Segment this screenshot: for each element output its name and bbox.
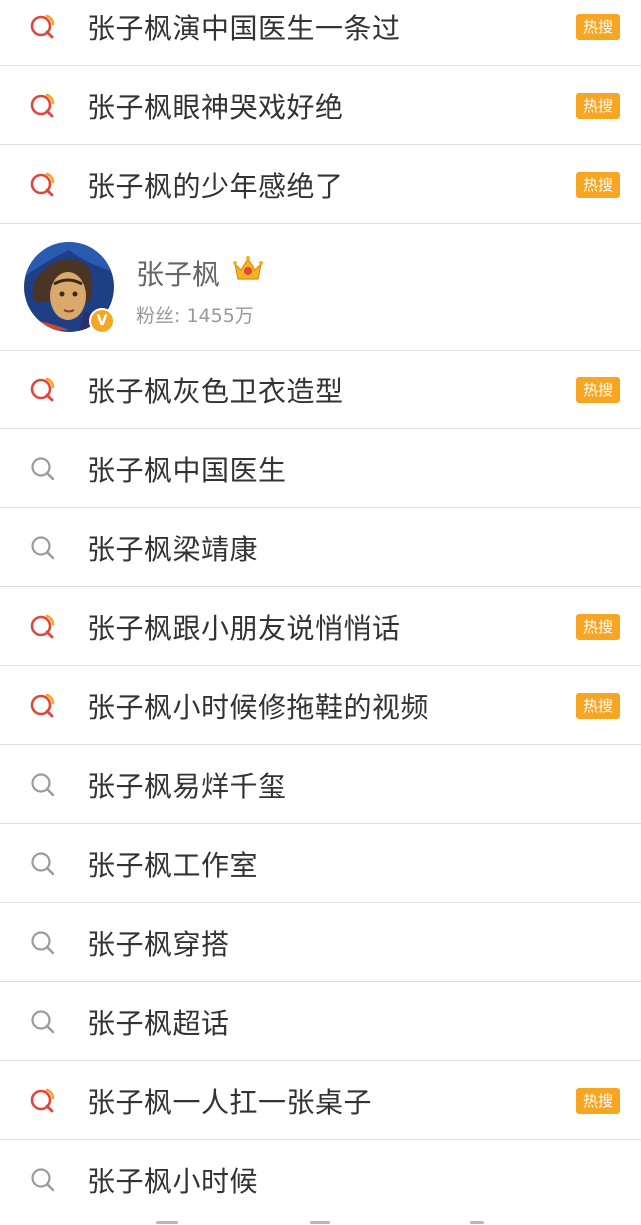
suggestion-text: 张子枫灰色卫衣造型 <box>87 374 344 408</box>
search-icon <box>28 1007 58 1037</box>
suggestion-item[interactable]: 张子枫工作室 <box>0 825 641 903</box>
suggestion-text: 张子枫超话 <box>87 1006 230 1040</box>
search-icon <box>28 1165 58 1195</box>
suggestion-item[interactable]: 张子枫穿搭 <box>0 904 641 982</box>
nav-home-button[interactable] <box>310 1221 330 1224</box>
hot-search-badge: 热搜 <box>576 92 620 119</box>
hot-search-icon <box>28 170 58 200</box>
hot-search-icon <box>28 612 58 642</box>
suggestion-item[interactable]: 张子枫的少年感绝了 热搜 <box>0 146 641 224</box>
suggestion-item[interactable]: 张子枫小时候 <box>0 1141 641 1219</box>
suggestion-text: 张子枫小时候修拖鞋的视频 <box>87 690 430 724</box>
hot-search-icon <box>28 1086 58 1116</box>
suggestion-text: 张子枫工作室 <box>87 848 259 882</box>
hot-search-badge: 热搜 <box>576 692 620 719</box>
suggestion-text: 张子枫穿搭 <box>87 927 230 961</box>
crown-icon <box>232 255 264 283</box>
suggestion-text: 张子枫中国医生 <box>87 453 287 487</box>
search-icon <box>28 849 58 879</box>
hot-search-badge: 热搜 <box>576 613 620 640</box>
hot-search-badge: 热搜 <box>576 376 620 403</box>
hot-search-icon <box>28 12 58 42</box>
suggestion-item[interactable]: 张子枫灰色卫衣造型 热搜 <box>0 351 641 429</box>
bottom-navigation-bar <box>0 1212 641 1225</box>
suggestion-text: 张子枫跟小朋友说悄悄话 <box>87 611 401 645</box>
suggestion-text: 张子枫一人扛一张桌子 <box>87 1085 373 1119</box>
suggestion-text: 张子枫易烊千玺 <box>87 769 287 803</box>
verified-badge: V <box>89 308 115 334</box>
suggestion-text: 张子枫演中国医生一条过 <box>87 11 401 45</box>
suggestion-text: 张子枫眼神哭戏好绝 <box>87 90 344 124</box>
hot-search-icon <box>28 91 58 121</box>
user-result-card[interactable]: V 张子枫 粉丝: 1455万 <box>0 225 641 351</box>
suggestion-item[interactable]: 张子枫眼神哭戏好绝 热搜 <box>0 67 641 145</box>
suggestion-item[interactable]: 张子枫梁靖康 <box>0 509 641 587</box>
suggestion-item[interactable]: 张子枫跟小朋友说悄悄话 热搜 <box>0 588 641 666</box>
suggestion-item[interactable]: 张子枫演中国医生一条过 热搜 <box>0 0 641 66</box>
suggestion-text: 张子枫的少年感绝了 <box>87 169 344 203</box>
hot-search-badge: 热搜 <box>576 171 620 198</box>
search-icon <box>28 454 58 484</box>
search-icon <box>28 533 58 563</box>
suggestion-item[interactable]: 张子枫易烊千玺 <box>0 746 641 824</box>
suggestion-text: 张子枫小时候 <box>87 1165 259 1198</box>
nav-menu-button[interactable] <box>156 1221 178 1224</box>
suggestion-item[interactable]: 张子枫小时候修拖鞋的视频 热搜 <box>0 667 641 745</box>
user-name: 张子枫 <box>136 258 221 291</box>
hot-search-badge: 热搜 <box>576 1087 620 1114</box>
search-icon <box>28 770 58 800</box>
suggestion-item[interactable]: 张子枫一人扛一张桌子 热搜 <box>0 1062 641 1140</box>
follower-count: 粉丝: 1455万 <box>136 305 254 327</box>
suggestion-text: 张子枫梁靖康 <box>87 532 259 566</box>
search-icon <box>28 928 58 958</box>
hot-search-badge: 热搜 <box>576 13 620 40</box>
hot-search-icon <box>28 691 58 721</box>
nav-back-button[interactable] <box>470 1221 484 1224</box>
suggestion-item[interactable]: 张子枫中国医生 <box>0 430 641 508</box>
suggestion-item[interactable]: 张子枫超话 <box>0 983 641 1061</box>
hot-search-icon <box>28 375 58 405</box>
